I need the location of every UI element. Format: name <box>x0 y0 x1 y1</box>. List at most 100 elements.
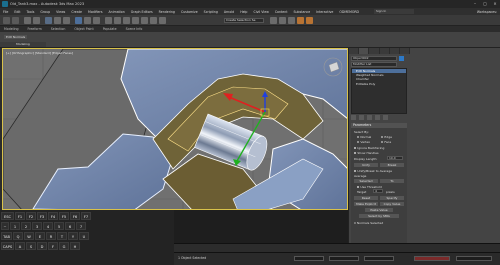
menu-scripting[interactable]: Scripting <box>204 10 218 14</box>
menu-arnold[interactable]: Arnold <box>224 10 234 14</box>
target-spinner[interactable]: 4 <box>373 189 383 193</box>
unlink-icon[interactable] <box>33 17 40 24</box>
viewport-label[interactable]: [+] [Orthographic] [Standard] [Edged Fac… <box>6 51 73 55</box>
key-caps[interactable]: CAPS <box>1 242 14 250</box>
average-to-button[interactable]: To <box>380 179 404 183</box>
modifier-list-dropdown[interactable]: Modifier List <box>351 62 397 67</box>
key-2[interactable]: 2 <box>21 222 31 230</box>
key-e[interactable]: E <box>35 232 45 240</box>
unify-break-average-checkbox[interactable]: Unify/Break to Average <box>354 169 392 173</box>
menu-group[interactable]: Group <box>40 10 50 14</box>
schematic-icon[interactable] <box>159 17 166 24</box>
key-5[interactable]: 5 <box>54 222 64 230</box>
display-tab-icon[interactable] <box>390 48 400 54</box>
key-u[interactable]: U <box>79 232 89 240</box>
key-f5[interactable]: F5 <box>59 212 69 220</box>
x-coordinate-field[interactable] <box>294 256 324 261</box>
menu-create[interactable]: Create <box>71 10 82 14</box>
menu-modifiers[interactable]: Modifiers <box>88 10 103 14</box>
key-q[interactable]: Q <box>13 232 23 240</box>
key-f2[interactable]: F2 <box>26 212 36 220</box>
break-button[interactable]: Break <box>380 163 404 167</box>
configure-sets-icon[interactable] <box>383 115 388 120</box>
z-coordinate-field[interactable] <box>364 256 394 261</box>
menu-graph-editors[interactable]: Graph Editors <box>131 10 153 14</box>
key-f1[interactable]: F1 <box>15 212 25 220</box>
close-button[interactable]: × <box>491 1 499 6</box>
key-d[interactable]: D <box>37 242 47 250</box>
minimize-button[interactable]: – <box>471 1 479 6</box>
sign-in-dropdown[interactable]: Sign In <box>374 9 414 14</box>
key-f7[interactable]: F7 <box>81 212 91 220</box>
key-f[interactable]: F <box>48 242 58 250</box>
menu-edit[interactable]: Edit <box>14 10 20 14</box>
menu-file[interactable]: File <box>3 10 8 14</box>
key-w[interactable]: W <box>24 232 34 240</box>
menu-views[interactable]: Views <box>56 10 65 14</box>
selection-set-dropdown[interactable]: Create Selection Se <box>224 18 264 23</box>
key-4[interactable]: 4 <box>43 222 53 230</box>
tab-populate[interactable]: Populate <box>103 27 117 31</box>
show-handles-checkbox[interactable]: Show Handles <box>354 151 379 155</box>
y-coordinate-field[interactable] <box>329 256 359 261</box>
ignore-backfacing-checkbox[interactable]: Ignore Backfacing <box>354 146 384 150</box>
angle-snap-icon[interactable] <box>114 17 121 24</box>
render-frame-icon[interactable] <box>297 17 304 24</box>
scale-icon[interactable] <box>93 17 100 24</box>
move-icon[interactable] <box>75 17 82 24</box>
key-h[interactable]: H <box>70 242 80 250</box>
key-6[interactable]: 6 <box>65 222 75 230</box>
key-3[interactable]: 3 <box>32 222 42 230</box>
object-color-swatch[interactable] <box>399 56 404 61</box>
timeline[interactable] <box>174 243 500 252</box>
render-setup-icon[interactable] <box>288 17 295 24</box>
select-object-icon[interactable] <box>45 17 52 24</box>
tab-object-paint[interactable]: Object Paint <box>74 27 93 31</box>
object-name-field[interactable]: Object002 <box>351 56 397 61</box>
menu-animation[interactable]: Animation <box>109 10 125 14</box>
menu-rendering[interactable]: Rendering <box>159 10 175 14</box>
tab-scene-info[interactable]: Scene Info <box>126 27 143 31</box>
key-f4[interactable]: F4 <box>48 212 58 220</box>
tab-selection[interactable]: Selection <box>51 27 66 31</box>
modify-tab-icon[interactable] <box>359 48 370 54</box>
tab-freeform[interactable]: Freeform <box>28 27 42 31</box>
key-tilde[interactable]: ~ <box>1 222 9 230</box>
viewport-perspective[interactable]: [+] [Orthographic] [Standard] [Edged Fac… <box>2 48 348 210</box>
remove-modifier-icon[interactable] <box>375 115 380 120</box>
stack-item-editable-poly[interactable]: Editable Poly <box>352 82 406 86</box>
display-length-spinner[interactable]: 10,0 <box>387 156 403 160</box>
key-tab[interactable]: TAB <box>1 232 12 240</box>
key-a[interactable]: A <box>15 242 25 250</box>
unify-button[interactable]: Unify <box>354 163 378 167</box>
ribbon-modeling-label[interactable]: Modeling <box>0 42 46 47</box>
vertex-radio[interactable]: Vertex <box>357 140 370 144</box>
select-by-name-icon[interactable] <box>54 17 61 24</box>
pin-stack-icon[interactable] <box>351 115 356 120</box>
key-r[interactable]: R <box>46 232 56 240</box>
menu-substance[interactable]: Substance <box>294 10 311 14</box>
percent-snap-icon[interactable] <box>123 17 130 24</box>
menu-odmemord[interactable]: ODMEMORD <box>339 10 359 14</box>
hierarchy-tab-icon[interactable] <box>369 48 380 54</box>
specify-button[interactable]: Specify <box>380 196 404 200</box>
edit-normals-button[interactable]: Edit Normals <box>4 35 28 39</box>
mirror-icon[interactable] <box>132 17 139 24</box>
maximize-button[interactable]: ▢ <box>481 1 489 6</box>
select-by-smg-button[interactable]: Select by SMG <box>359 214 399 218</box>
link-icon[interactable] <box>24 17 31 24</box>
align-icon[interactable] <box>141 17 148 24</box>
menu-content[interactable]: Content <box>275 10 288 14</box>
create-tab-icon[interactable] <box>349 48 360 54</box>
average-selected-button[interactable]: Selected <box>354 179 378 183</box>
render-icon[interactable] <box>306 17 313 24</box>
layer-icon[interactable] <box>150 17 157 24</box>
face-radio[interactable]: Face <box>381 140 391 144</box>
key-s[interactable]: S <box>26 242 36 250</box>
curve-editor-icon[interactable] <box>270 17 277 24</box>
key-esc[interactable]: ESC <box>1 212 14 220</box>
key-1[interactable]: 1 <box>10 222 20 230</box>
menu-tools[interactable]: Tools <box>27 10 35 14</box>
snap-icon[interactable] <box>105 17 112 24</box>
normal-radio[interactable]: Normal <box>357 135 371 139</box>
